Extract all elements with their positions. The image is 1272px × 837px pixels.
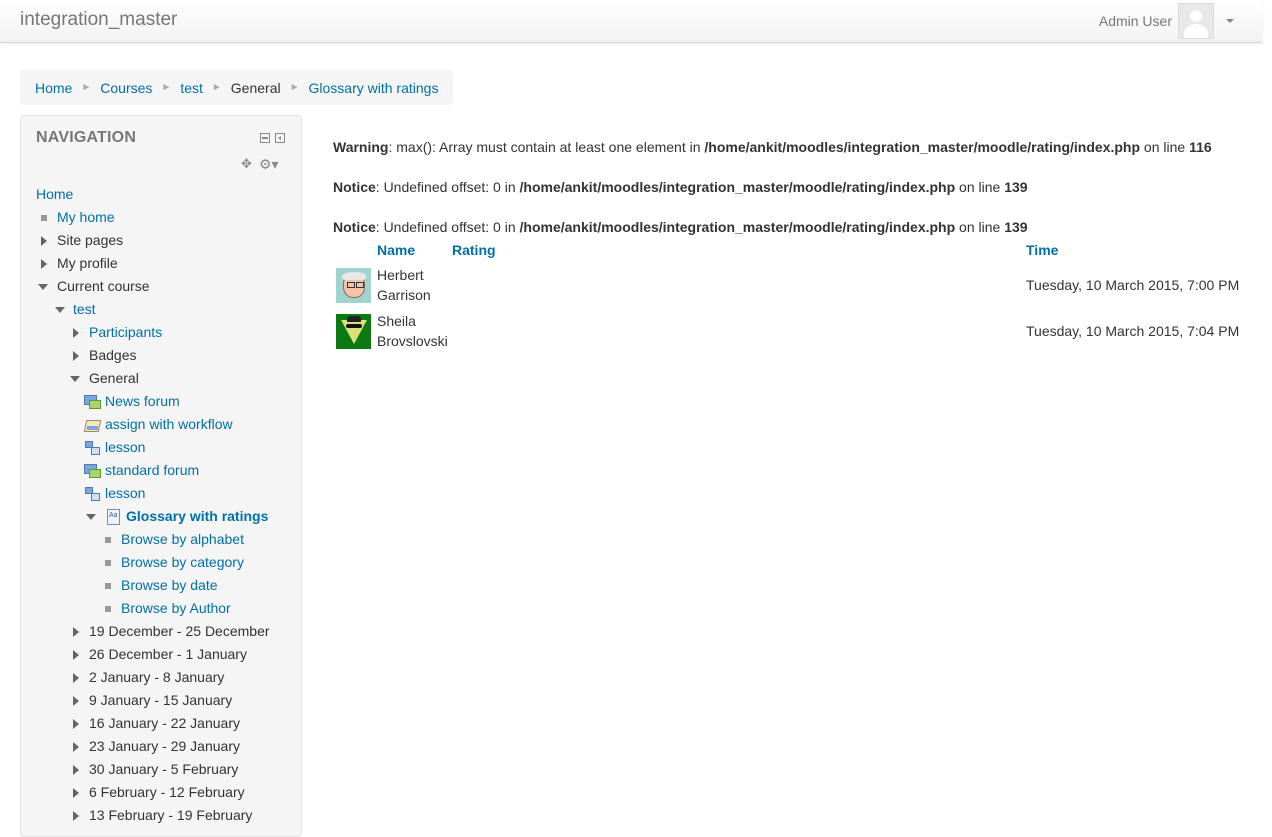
move-icon[interactable]: ✥ bbox=[241, 156, 252, 172]
nav-browse-date[interactable]: Browse by date bbox=[121, 574, 218, 597]
breadcrumb-separator-icon: ► bbox=[289, 82, 300, 93]
table-row-time: Tuesday, 10 March 2015, 7:00 PM bbox=[1026, 277, 1240, 293]
nav-week[interactable]: 9 January - 15 January bbox=[89, 689, 232, 712]
expand-icon[interactable] bbox=[73, 650, 79, 660]
nav-week[interactable]: 13 February - 19 February bbox=[89, 804, 252, 827]
nav-week[interactable]: 19 December - 25 December bbox=[89, 620, 270, 643]
navigation-title: NAVIGATION bbox=[36, 129, 137, 146]
expand-icon[interactable] bbox=[73, 696, 79, 706]
nav-glossary-with-ratings[interactable]: Glossary with ratings bbox=[126, 505, 268, 528]
breadcrumb-test[interactable]: test bbox=[180, 80, 203, 96]
site-brand-link[interactable]: integration_master bbox=[20, 9, 177, 31]
nav-week[interactable]: 2 January - 8 January bbox=[89, 666, 224, 689]
minimize-block-icon[interactable] bbox=[260, 133, 270, 143]
expand-icon[interactable] bbox=[41, 259, 47, 269]
lesson-icon bbox=[84, 486, 100, 501]
forum-icon bbox=[84, 394, 101, 409]
expand-icon[interactable] bbox=[73, 742, 79, 752]
forum-icon bbox=[84, 463, 101, 478]
bullet-icon bbox=[105, 606, 111, 612]
nav-week[interactable]: 26 December - 1 January bbox=[89, 643, 247, 666]
table-row-user-name[interactable]: Sheila Brovslovski bbox=[377, 311, 448, 351]
collapse-icon[interactable] bbox=[86, 514, 96, 520]
nav-week[interactable]: 16 January - 22 January bbox=[89, 712, 240, 735]
lesson-icon bbox=[84, 440, 100, 455]
breadcrumb-separator-icon: ► bbox=[211, 82, 222, 93]
nav-lesson-2[interactable]: lesson bbox=[105, 482, 145, 505]
glossary-icon bbox=[105, 509, 121, 525]
php-notice-message: Notice: Undefined offset: 0 in /home/ank… bbox=[333, 219, 1028, 235]
user-menu[interactable]: Admin User bbox=[1099, 3, 1234, 39]
expand-icon[interactable] bbox=[73, 351, 79, 361]
expand-icon[interactable] bbox=[73, 719, 79, 729]
user-name[interactable]: Admin User bbox=[1099, 13, 1172, 29]
nav-standard-forum[interactable]: standard forum bbox=[105, 459, 199, 482]
php-notice-message: Notice: Undefined offset: 0 in /home/ank… bbox=[333, 179, 1028, 195]
nav-badges[interactable]: Badges bbox=[89, 344, 136, 367]
top-navbar: integration_master Admin User bbox=[0, 0, 1262, 43]
nav-lesson-1[interactable]: lesson bbox=[105, 436, 145, 459]
sort-by-name-header[interactable]: Name bbox=[377, 242, 415, 258]
bullet-icon bbox=[41, 215, 47, 221]
expand-icon[interactable] bbox=[41, 236, 47, 246]
assignment-icon bbox=[84, 417, 100, 432]
user-avatar[interactable] bbox=[1178, 3, 1214, 39]
breadcrumb-general: General bbox=[230, 79, 281, 96]
nav-week[interactable]: 23 January - 29 January bbox=[89, 735, 240, 758]
nav-week[interactable]: 6 February - 12 February bbox=[89, 781, 245, 804]
nav-my-profile[interactable]: My profile bbox=[57, 252, 118, 275]
avatar[interactable] bbox=[336, 268, 371, 303]
nav-week[interactable]: 30 January - 5 February bbox=[89, 758, 238, 781]
sort-by-time-header[interactable]: Time bbox=[1026, 242, 1058, 258]
expand-icon[interactable] bbox=[73, 811, 79, 821]
expand-icon[interactable] bbox=[73, 328, 79, 338]
nav-participants[interactable]: Participants bbox=[89, 321, 162, 344]
nav-news-forum[interactable]: News forum bbox=[105, 390, 180, 413]
gear-icon[interactable]: ⚙▾ bbox=[259, 156, 279, 173]
nav-general[interactable]: General bbox=[89, 367, 139, 390]
nav-my-home[interactable]: My home bbox=[57, 206, 115, 229]
breadcrumb: Home ► Courses ► test ► General ► Glossa… bbox=[20, 70, 454, 105]
breadcrumb-courses[interactable]: Courses bbox=[100, 80, 152, 96]
bullet-icon bbox=[105, 537, 111, 543]
nav-browse-author[interactable]: Browse by Author bbox=[121, 597, 231, 620]
bullet-icon bbox=[105, 560, 111, 566]
avatar[interactable] bbox=[336, 314, 371, 349]
breadcrumb-glossary[interactable]: Glossary with ratings bbox=[309, 80, 439, 96]
navigation-block: NAVIGATION ✥ ⚙▾ Home My home Site pages … bbox=[20, 115, 302, 837]
sort-by-rating-header[interactable]: Rating bbox=[452, 242, 496, 258]
expand-icon[interactable] bbox=[73, 673, 79, 683]
breadcrumb-separator-icon: ► bbox=[81, 82, 92, 93]
collapse-icon[interactable] bbox=[70, 376, 80, 382]
chevron-down-icon[interactable] bbox=[1226, 19, 1234, 23]
bullet-icon bbox=[105, 583, 111, 589]
table-row-time: Tuesday, 10 March 2015, 7:04 PM bbox=[1026, 323, 1240, 339]
expand-icon[interactable] bbox=[73, 765, 79, 775]
nav-site-pages[interactable]: Site pages bbox=[57, 229, 123, 252]
nav-browse-category[interactable]: Browse by category bbox=[121, 551, 244, 574]
nav-home[interactable]: Home bbox=[36, 183, 73, 206]
table-row-user-name[interactable]: Herbert Garrison bbox=[377, 265, 431, 305]
nav-current-course[interactable]: Current course bbox=[57, 275, 150, 298]
breadcrumb-home[interactable]: Home bbox=[35, 80, 72, 96]
breadcrumb-separator-icon: ► bbox=[161, 82, 172, 93]
expand-icon[interactable] bbox=[73, 788, 79, 798]
collapse-icon[interactable] bbox=[38, 284, 48, 290]
collapse-icon[interactable] bbox=[55, 307, 65, 313]
nav-assign-with-workflow[interactable]: assign with workflow bbox=[105, 413, 233, 436]
php-warning-message: Warning: max(): Array must contain at le… bbox=[333, 139, 1212, 155]
expand-icon[interactable] bbox=[73, 627, 79, 637]
dock-block-icon[interactable] bbox=[275, 133, 285, 143]
nav-browse-alphabet[interactable]: Browse by alphabet bbox=[121, 528, 244, 551]
nav-course-test[interactable]: test bbox=[73, 298, 96, 321]
